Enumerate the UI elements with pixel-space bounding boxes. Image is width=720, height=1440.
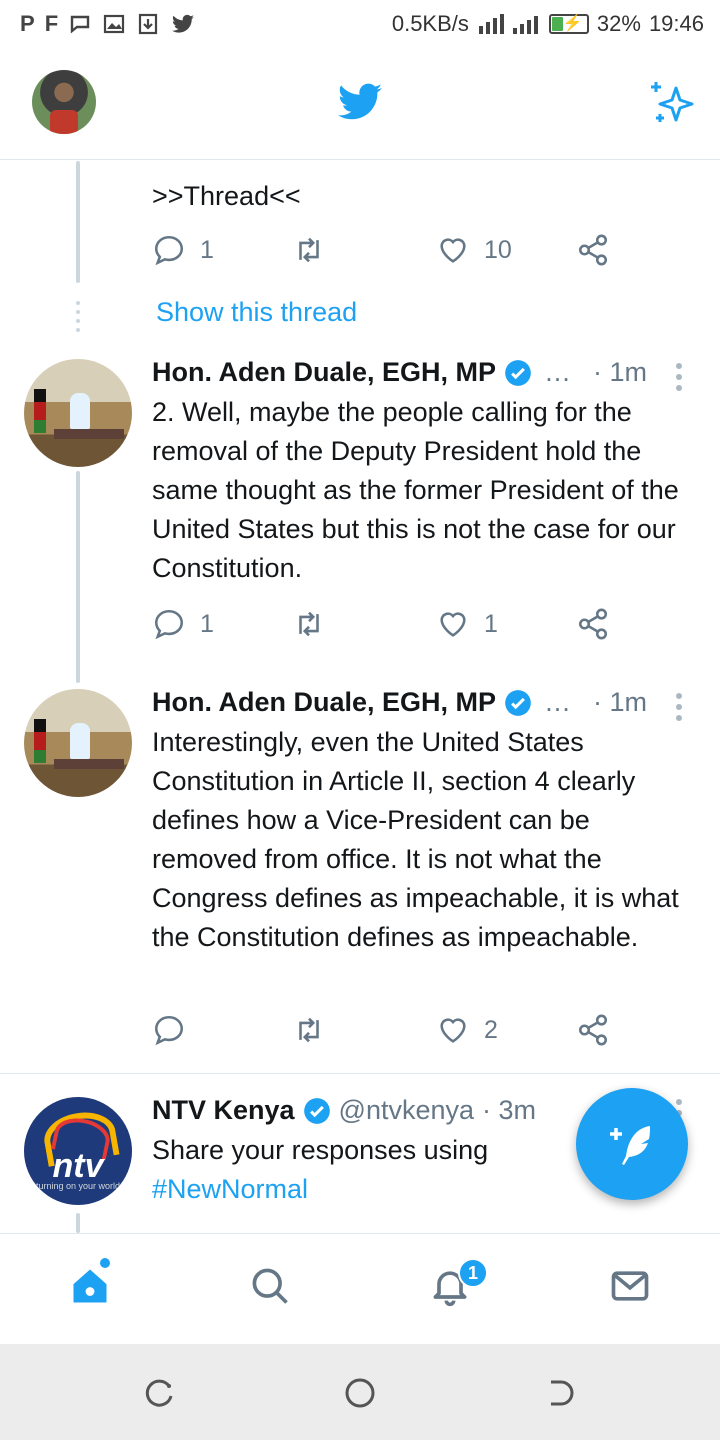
chat-bubble-icon [70, 15, 90, 34]
author-name[interactable]: Hon. Aden Duale, EGH, MP [152, 357, 496, 388]
tweet-body: Share your responses using [152, 1135, 489, 1165]
bottom-navigation: 1 [0, 1233, 720, 1344]
verified-badge-icon [303, 1097, 330, 1124]
sparkle-icon[interactable] [646, 78, 696, 128]
home-new-dot [100, 1258, 110, 1268]
battery-icon: ⚡ [548, 14, 589, 34]
author-name[interactable]: Hon. Aden Duale, EGH, MP [152, 687, 496, 718]
heart-icon [440, 612, 466, 637]
home-circle-icon[interactable] [343, 1376, 377, 1410]
verified-badge-icon [505, 689, 531, 716]
tweet-time: · 1m [593, 357, 648, 387]
recent-apps-icon[interactable] [143, 1376, 177, 1410]
tweet-header: Hon. Aden Duale, EGH, MP … · 1m [152, 357, 647, 388]
battery-percent: 32% [596, 11, 641, 36]
thread-line [76, 471, 80, 683]
thread-line [76, 1213, 80, 1233]
image-icon [104, 14, 125, 34]
profile-avatar[interactable] [32, 70, 96, 134]
nav-home[interactable] [68, 1264, 116, 1312]
retweet-icon [299, 611, 319, 637]
status-system-info: 0.5KB/s ⚡ 32% 19:46 [392, 11, 704, 37]
signal-icon [478, 14, 538, 34]
more-options-icon[interactable] [676, 693, 684, 721]
more-options-icon[interactable] [676, 363, 684, 391]
nav-messages[interactable] [608, 1264, 656, 1312]
status-icon-f: F [44, 11, 59, 36]
timeline: >>Thread<< 1 10 Show this thread Hon. Ad… [0, 161, 720, 1233]
tweet-text: Share your responses using #NewNormal [152, 1131, 572, 1209]
notification-badge: 1 [458, 1258, 488, 1288]
twitter-bird-icon [338, 83, 382, 120]
thread-gap-dots [76, 301, 80, 337]
author-handle[interactable]: @ntvkenya [339, 1095, 474, 1126]
tweet-header: NTV Kenya @ntvkenya · 3m [152, 1095, 536, 1126]
tweet-text: >>Thread<< [152, 181, 301, 211]
like-count: 1 [484, 609, 498, 638]
retweet-icon [299, 237, 319, 263]
tweet-header: Hon. Aden Duale, EGH, MP … · 1m [152, 687, 647, 718]
like-button[interactable]: 10 [436, 233, 512, 267]
status-icon-p: P [20, 11, 35, 36]
share-button[interactable] [576, 233, 610, 267]
status-bar: P F 0.5KB/s ⚡ 32% 19:46 [0, 0, 720, 48]
reply-icon [154, 609, 184, 640]
share-icon [578, 234, 608, 266]
author-avatar[interactable]: ntv turning on your world [24, 1097, 132, 1205]
nav-search[interactable] [248, 1264, 296, 1312]
reply-button[interactable]: 1 [152, 233, 214, 267]
status-notification-icons: P F [20, 12, 196, 36]
like-button[interactable]: 1 [436, 607, 498, 641]
retweet-icon [299, 1017, 319, 1043]
ntv-tagline: turning on your world [35, 1181, 121, 1191]
messages-icon [611, 1271, 649, 1301]
clock: 19:46 [648, 11, 704, 36]
search-icon [252, 1268, 288, 1304]
download-icon [139, 13, 158, 35]
retweet-button[interactable] [292, 607, 326, 641]
tweet-divider [0, 1073, 720, 1074]
reply-icon [154, 235, 184, 266]
reply-count: 1 [200, 235, 214, 264]
thread-line [76, 161, 80, 283]
home-icon [73, 1269, 107, 1303]
app-header [0, 48, 720, 160]
tweet-actions: 1 1 [152, 607, 622, 647]
share-icon [578, 1014, 608, 1046]
share-icon [578, 608, 608, 640]
tweet-text: Interestingly, even the United States Co… [152, 727, 679, 952]
heart-icon [440, 238, 466, 263]
reply-count: 1 [200, 609, 214, 638]
network-speed: 0.5KB/s [391, 11, 469, 36]
tweet-actions: 2 [152, 1013, 622, 1053]
tweet-text: 2. Well, maybe the people calling for th… [152, 397, 679, 583]
like-count: 2 [484, 1015, 498, 1044]
system-navigation-bar [0, 1344, 720, 1440]
verified-badge-icon [505, 359, 531, 386]
compose-tweet-button[interactable] [576, 1088, 688, 1200]
tweet-time: · 1m [593, 687, 648, 717]
show-thread-link[interactable]: Show this thread [156, 297, 357, 328]
reply-icon [154, 1015, 184, 1046]
tweet-time: · 3m [482, 1095, 537, 1125]
retweet-button[interactable] [292, 233, 326, 267]
name-ellipsis: … [544, 357, 572, 387]
like-button[interactable]: 2 [436, 1013, 498, 1047]
name-ellipsis: … [544, 687, 572, 717]
share-button[interactable] [576, 1013, 610, 1047]
reply-button[interactable]: 1 [152, 607, 214, 641]
hashtag-link[interactable]: #NewNormal [152, 1174, 308, 1204]
author-name[interactable]: NTV Kenya [152, 1095, 295, 1126]
compose-feather-icon [610, 1126, 650, 1165]
reply-button[interactable] [152, 1013, 200, 1047]
retweet-button[interactable] [292, 1013, 326, 1047]
tweet-actions: 1 10 [152, 233, 622, 273]
twitter-bird-icon [172, 14, 195, 33]
like-count: 10 [484, 235, 512, 264]
author-avatar[interactable] [24, 689, 132, 797]
share-button[interactable] [576, 607, 610, 641]
heart-icon [440, 1018, 466, 1043]
back-icon[interactable] [543, 1376, 577, 1410]
author-avatar[interactable] [24, 359, 132, 467]
